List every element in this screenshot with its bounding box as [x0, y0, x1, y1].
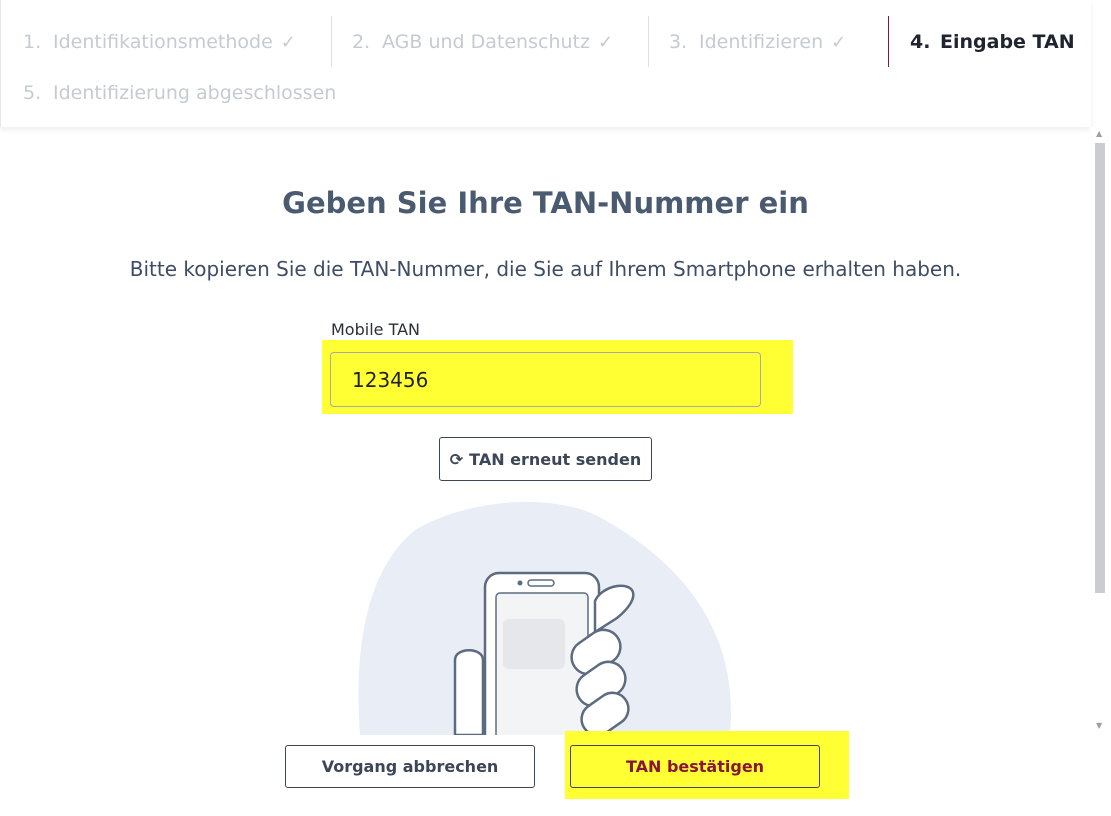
active-step-indicator [888, 16, 889, 67]
step-identifizieren: 3. Identifizieren ✓ [669, 16, 846, 68]
mobile-tan-label: Mobile TAN [331, 320, 421, 339]
step-identifikationsmethode: 1. Identifikationsmethode ✓ [23, 16, 296, 68]
step-identifizierung-abgeschlossen: 5. Identifizierung abgeschlossen [23, 67, 336, 119]
step-label: Identifizieren [699, 31, 824, 53]
resend-tan-label: TAN erneut senden [469, 449, 642, 469]
step-divider [648, 16, 649, 67]
scroll-up-icon[interactable]: ▲ [1096, 129, 1102, 138]
checkmark-icon: ✓ [280, 31, 296, 53]
step-number: 5. [23, 82, 42, 104]
step-label: Identifizierung abgeschlossen [53, 82, 337, 104]
step-number: 3. [669, 31, 688, 53]
step-label: Eingabe TAN [940, 31, 1075, 53]
page-title: Geben Sie Ihre TAN-Nummer ein [282, 186, 809, 220]
step-label: Identifikationsmethode [53, 31, 273, 53]
hand-holding-smartphone-illustration [355, 495, 735, 735]
checkmark-icon: ✓ [831, 31, 847, 53]
resend-tan-button[interactable]: ⟳ TAN erneut senden [439, 437, 652, 481]
step-number: 2. [352, 31, 371, 53]
confirm-tan-button[interactable]: TAN bestätigen [570, 745, 820, 788]
checkmark-icon: ✓ [597, 31, 614, 53]
step-number: 1. [23, 31, 42, 53]
cancel-process-button[interactable]: Vorgang abbrechen [285, 745, 535, 788]
step-agb-datenschutz: 2. AGB und Datenschutz ✓ [352, 16, 613, 68]
scrollbar-thumb[interactable] [1095, 143, 1105, 593]
vertical-scrollbar[interactable]: ▲ ▼ [1091, 127, 1111, 816]
page-instructions: Bitte kopieren Sie die TAN-Nummer, die S… [129, 257, 962, 281]
step-divider [331, 16, 332, 67]
step-label: AGB und Datenschutz [382, 31, 590, 53]
mobile-tan-input[interactable] [330, 352, 761, 407]
refresh-icon: ⟳ [449, 449, 464, 469]
step-eingabe-tan: 4. Eingabe TAN [910, 16, 1075, 68]
scroll-down-icon[interactable]: ▼ [1096, 721, 1102, 730]
step-number: 4. [910, 31, 931, 53]
progress-stepper: 1. Identifikationsmethode ✓ 2. AGB und D… [0, 0, 1091, 127]
